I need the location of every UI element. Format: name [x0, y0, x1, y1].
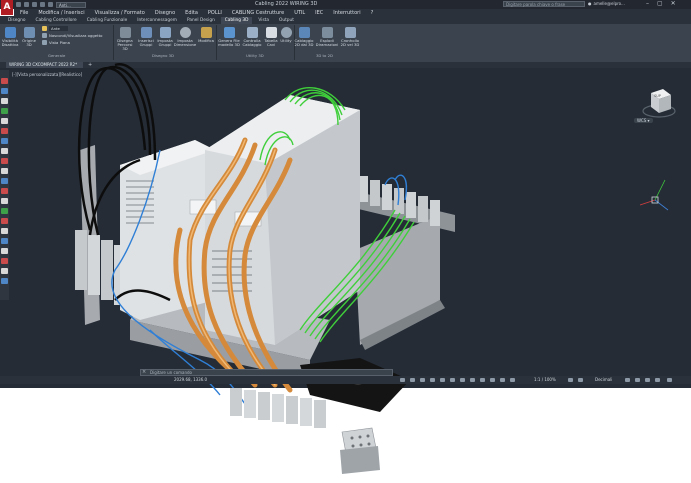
palette-icon-9[interactable] [1, 158, 8, 164]
palette-icon-17[interactable] [1, 238, 8, 244]
menu-icon[interactable] [667, 378, 672, 382]
osnap-icon[interactable] [440, 378, 445, 382]
tool-palette [0, 70, 9, 300]
palette-icon-13[interactable] [1, 198, 8, 204]
polar-icon[interactable] [430, 378, 435, 382]
wiring-3d-scene[interactable] [0, 0, 691, 483]
view-cube[interactable]: SUP [641, 85, 677, 135]
plus-icon[interactable] [578, 378, 583, 382]
palette-icon-12[interactable] [1, 188, 8, 194]
palette-icon-6[interactable] [1, 128, 8, 134]
palette-icon-19[interactable] [1, 258, 8, 264]
hardware-accel-icon[interactable] [635, 378, 640, 382]
isolate-icon[interactable] [625, 378, 630, 382]
palette-icon-18[interactable] [1, 248, 8, 254]
clean-screen-icon[interactable] [645, 378, 650, 382]
transparency-icon[interactable] [470, 378, 475, 382]
wcs-menu[interactable]: WCS ▾ [634, 118, 653, 123]
gizmo-icon[interactable] [490, 378, 495, 382]
otrack-icon[interactable] [450, 378, 455, 382]
ortho-icon[interactable] [420, 378, 425, 382]
settings-icon[interactable] [568, 378, 573, 382]
palette-icon-3[interactable] [1, 98, 8, 104]
palette-icon-7[interactable] [1, 138, 8, 144]
command-line-input[interactable]: Digitare un comando [140, 369, 393, 376]
customize-icon[interactable] [655, 378, 660, 382]
viewport-label[interactable]: [-][Vista personalizzata][Realistico] [12, 72, 82, 77]
view-cube-face: SUP [654, 94, 661, 98]
palette-icon-20[interactable] [1, 268, 8, 274]
terminal-blocks-left [75, 230, 126, 305]
palette-icon-4[interactable] [1, 108, 8, 114]
status-bar [0, 376, 691, 384]
lineweight-icon[interactable] [460, 378, 465, 382]
grid-icon[interactable] [400, 378, 405, 382]
palette-icon-21[interactable] [1, 278, 8, 284]
palette-icon-5[interactable] [1, 118, 8, 124]
palette-icon-14[interactable] [1, 208, 8, 214]
palette-icon-15[interactable] [1, 218, 8, 224]
command-close-icon[interactable]: × [142, 369, 146, 375]
palette-icon-10[interactable] [1, 168, 8, 174]
palette-icon-11[interactable] [1, 178, 8, 184]
snap-icon[interactable] [410, 378, 415, 382]
annotation-scale[interactable]: 1:1 / 100% [534, 377, 556, 383]
palette-icon-16[interactable] [1, 228, 8, 234]
selection-icon[interactable] [480, 378, 485, 382]
palette-icon-1[interactable] [1, 78, 8, 84]
ucs-axes [639, 179, 669, 211]
plug-connector [340, 427, 380, 474]
annotation-icon[interactable] [500, 378, 505, 382]
coordinates-readout: 2029.68, 1336.0 [174, 377, 208, 382]
workspace-icon[interactable] [510, 378, 515, 382]
units-selector[interactable]: Decimali [595, 377, 612, 383]
palette-icon-2[interactable] [1, 88, 8, 94]
palette-icon-8[interactable] [1, 148, 8, 154]
